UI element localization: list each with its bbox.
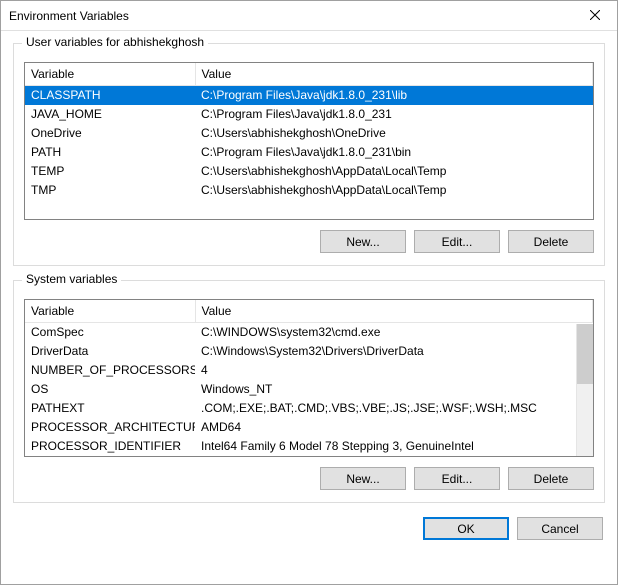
- cell-value: C:\Windows\System32\Drivers\DriverData: [195, 342, 593, 361]
- env-vars-dialog: Environment Variables User variables for…: [0, 0, 618, 585]
- cell-variable: PATH: [25, 143, 195, 162]
- cell-value: C:\Program Files\Java\jdk1.8.0_231\lib: [195, 86, 593, 106]
- cell-value: C:\Program Files\Java\jdk1.8.0_231\bin: [195, 143, 593, 162]
- close-icon: [590, 8, 600, 23]
- table-row[interactable]: PROCESSOR_IDENTIFIERIntel64 Family 6 Mod…: [25, 437, 593, 456]
- user-delete-button[interactable]: Delete: [508, 230, 594, 253]
- cell-variable: CLASSPATH: [25, 86, 195, 106]
- table-row[interactable]: TMPC:\Users\abhishekghosh\AppData\Local\…: [25, 181, 593, 200]
- user-edit-button[interactable]: Edit...: [414, 230, 500, 253]
- scrollbar-thumb[interactable]: [577, 324, 593, 384]
- cell-value: C:\WINDOWS\system32\cmd.exe: [195, 323, 593, 343]
- table-row[interactable]: DriverDataC:\Windows\System32\Drivers\Dr…: [25, 342, 593, 361]
- system-group-legend: System variables: [22, 272, 121, 286]
- user-new-button[interactable]: New...: [320, 230, 406, 253]
- sys-col-value[interactable]: Value: [195, 300, 593, 323]
- table-row[interactable]: PROCESSOR_ARCHITECTUREAMD64: [25, 418, 593, 437]
- system-variables-group: System variables Variable Value ComSpecC…: [13, 280, 605, 503]
- cancel-button[interactable]: Cancel: [517, 517, 603, 540]
- cell-variable: JAVA_HOME: [25, 105, 195, 124]
- user-col-variable[interactable]: Variable: [25, 63, 195, 86]
- system-scrollbar[interactable]: [576, 324, 593, 456]
- cell-variable: PROCESSOR_ARCHITECTURE: [25, 418, 195, 437]
- dialog-content: User variables for abhishekghosh Variabl…: [1, 31, 617, 584]
- cell-value: C:\Program Files\Java\jdk1.8.0_231: [195, 105, 593, 124]
- cell-value: .COM;.EXE;.BAT;.CMD;.VBS;.VBE;.JS;.JSE;.…: [195, 399, 593, 418]
- table-row[interactable]: PATHC:\Program Files\Java\jdk1.8.0_231\b…: [25, 143, 593, 162]
- system-delete-button[interactable]: Delete: [508, 467, 594, 490]
- system-button-row: New... Edit... Delete: [24, 467, 594, 490]
- user-variables-table-wrap[interactable]: Variable Value CLASSPATHC:\Program Files…: [24, 62, 594, 220]
- cell-value: Windows_NT: [195, 380, 593, 399]
- user-variables-table: Variable Value CLASSPATHC:\Program Files…: [25, 63, 593, 200]
- cell-variable: NUMBER_OF_PROCESSORS: [25, 361, 195, 380]
- system-new-button[interactable]: New...: [320, 467, 406, 490]
- cell-variable: TMP: [25, 181, 195, 200]
- dialog-button-row: OK Cancel: [13, 517, 605, 544]
- cell-value: AMD64: [195, 418, 593, 437]
- window-title: Environment Variables: [1, 9, 572, 23]
- table-row[interactable]: NUMBER_OF_PROCESSORS4: [25, 361, 593, 380]
- cell-value: 4: [195, 361, 593, 380]
- system-variables-table: Variable Value ComSpecC:\WINDOWS\system3…: [25, 300, 593, 456]
- user-variables-group: User variables for abhishekghosh Variabl…: [13, 43, 605, 266]
- cell-variable: ComSpec: [25, 323, 195, 343]
- cell-value: Intel64 Family 6 Model 78 Stepping 3, Ge…: [195, 437, 593, 456]
- system-edit-button[interactable]: Edit...: [414, 467, 500, 490]
- table-row[interactable]: CLASSPATHC:\Program Files\Java\jdk1.8.0_…: [25, 86, 593, 106]
- cell-variable: PATHEXT: [25, 399, 195, 418]
- cell-variable: OneDrive: [25, 124, 195, 143]
- cell-value: C:\Users\abhishekghosh\OneDrive: [195, 124, 593, 143]
- table-row[interactable]: TEMPC:\Users\abhishekghosh\AppData\Local…: [25, 162, 593, 181]
- user-group-legend: User variables for abhishekghosh: [22, 35, 208, 49]
- cell-variable: PROCESSOR_IDENTIFIER: [25, 437, 195, 456]
- system-variables-table-wrap[interactable]: Variable Value ComSpecC:\WINDOWS\system3…: [24, 299, 594, 457]
- close-button[interactable]: [572, 1, 617, 31]
- table-row[interactable]: JAVA_HOMEC:\Program Files\Java\jdk1.8.0_…: [25, 105, 593, 124]
- sys-col-variable[interactable]: Variable: [25, 300, 195, 323]
- table-row[interactable]: PATHEXT.COM;.EXE;.BAT;.CMD;.VBS;.VBE;.JS…: [25, 399, 593, 418]
- user-button-row: New... Edit... Delete: [24, 230, 594, 253]
- table-row[interactable]: ComSpecC:\WINDOWS\system32\cmd.exe: [25, 323, 593, 343]
- table-row[interactable]: OneDriveC:\Users\abhishekghosh\OneDrive: [25, 124, 593, 143]
- ok-button[interactable]: OK: [423, 517, 509, 540]
- cell-variable: OS: [25, 380, 195, 399]
- cell-value: C:\Users\abhishekghosh\AppData\Local\Tem…: [195, 181, 593, 200]
- table-row[interactable]: OSWindows_NT: [25, 380, 593, 399]
- user-col-value[interactable]: Value: [195, 63, 593, 86]
- titlebar: Environment Variables: [1, 1, 617, 31]
- cell-value: C:\Users\abhishekghosh\AppData\Local\Tem…: [195, 162, 593, 181]
- cell-variable: TEMP: [25, 162, 195, 181]
- cell-variable: DriverData: [25, 342, 195, 361]
